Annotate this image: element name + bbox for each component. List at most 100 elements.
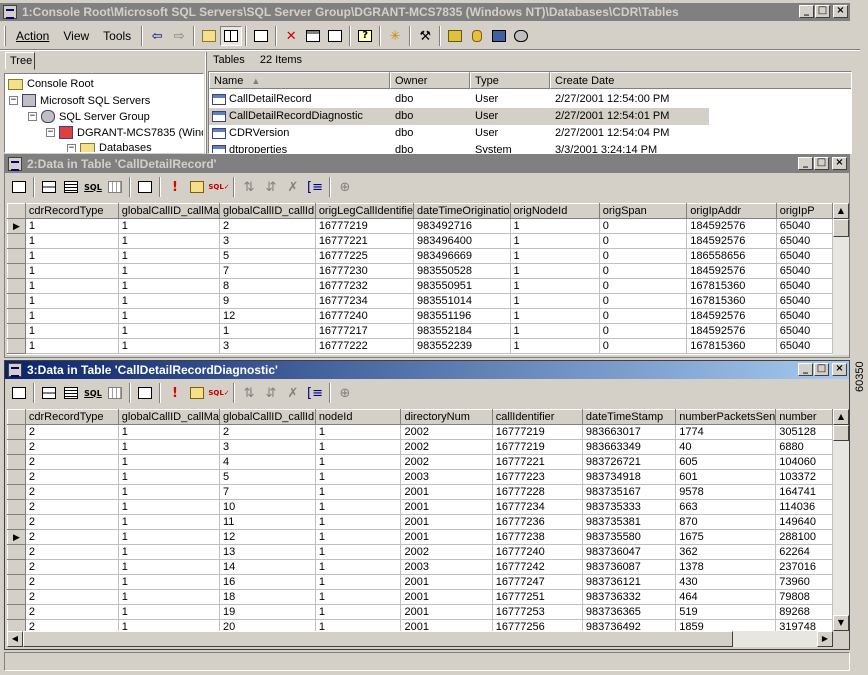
run-icon[interactable]: ! [164,177,186,197]
close-button[interactable]: × [832,363,847,376]
grid-cell[interactable]: 2 [25,439,119,455]
table-row[interactable]: 2 1 2 1 2002 16777219 983663017 1774 305128 [7,424,833,440]
grid-cell[interactable]: 12 [219,308,316,324]
grid-col-header[interactable]: globalCallID_callId [218,203,316,219]
grid-cell[interactable]: 1 [25,308,119,324]
scroll-down-icon[interactable]: ▼ [833,615,849,631]
grid-cell[interactable]: 1 [315,529,402,545]
grid-cell[interactable]: 2001 [400,499,493,515]
grid-cell[interactable]: 0 [599,248,688,264]
col-header-create-date[interactable]: Create Date [550,72,851,89]
minimize-button[interactable]: _ [798,157,813,170]
grid-cell[interactable]: 983496400 [413,233,511,249]
table-row[interactable]: 2 1 13 1 2002 16777240 983736047 362 62264 [7,544,833,560]
restore-button[interactable]: □ [815,5,830,18]
grid-cell[interactable]: 1 [510,218,600,234]
grid-cell[interactable]: 2 [25,514,119,530]
grid-cell[interactable]: 2 [25,424,119,440]
grid-cell[interactable]: 1 [118,469,220,485]
verify-sql-icon[interactable] [186,177,208,197]
grid-cell[interactable]: 983663017 [582,424,677,440]
scroll-right-icon[interactable]: ▶ [817,631,833,647]
row-selector[interactable] [7,248,26,264]
grid-cell[interactable]: 1 [510,323,600,339]
grid-cell[interactable]: 104060 [775,454,833,470]
grid-cell[interactable]: 164741 [775,484,833,500]
table-row[interactable]: 2 1 3 1 2002 16777219 983663349 40 6880 [7,439,833,455]
grid-cell[interactable]: 2 [25,484,119,500]
grid-cell[interactable]: 16777230 [315,263,414,279]
grid-cell[interactable]: 2001 [400,529,493,545]
table-row[interactable]: 2 1 11 1 2001 16777236 983735381 870 149640 [7,514,833,530]
row-selector[interactable] [7,293,26,309]
grid-cell[interactable]: 65040 [776,248,833,264]
grid-cell[interactable]: 16777225 [315,248,414,264]
grid-cell[interactable]: 2 [25,544,119,560]
grid-cell[interactable]: 983735167 [582,484,677,500]
grid-cell[interactable]: 2002 [400,424,493,440]
col-header-name[interactable]: Name ▲ [209,72,390,89]
grid-cell[interactable]: 1 [315,574,402,590]
table-row[interactable]: 2 1 20 1 2001 16777256 983736492 1859 319748 [7,619,833,631]
grid-cell[interactable]: 1859 [675,619,777,631]
window3-horizontal-scrollbar[interactable]: ◀ ▶ [7,631,833,647]
grid-cell[interactable]: 65040 [776,218,833,234]
row-selector[interactable] [7,439,26,455]
row-selector[interactable] [7,278,26,294]
grid-cell[interactable]: 65040 [776,263,833,279]
grid-cell[interactable]: 2 [219,424,316,440]
up-folder-icon[interactable] [198,26,220,46]
grid-col-header[interactable]: origIpP [775,203,833,219]
grid-cell[interactable]: 1 [118,619,220,631]
grid-cell[interactable]: 2 [25,529,119,545]
row-selector[interactable] [7,589,26,605]
tree-item-sql-servers[interactable]: − Microsoft SQL Servers [9,94,150,107]
grid-cell[interactable]: 983492716 [413,218,511,234]
grid-cell[interactable]: 184592576 [686,233,777,249]
grid-cell[interactable]: 114036 [775,499,833,515]
grid-cell[interactable]: 89268 [775,604,833,620]
grid-cell[interactable]: 983735580 [582,529,677,545]
scroll-thumb[interactable] [833,219,849,237]
grid-cell[interactable]: 184592576 [686,263,777,279]
grid-cell[interactable]: 9578 [675,484,777,500]
collapse-icon[interactable]: − [9,96,18,105]
grid-cell[interactable]: 103372 [775,469,833,485]
grid-cell[interactable]: 983736087 [582,559,677,575]
grid-cell[interactable]: 1 [118,499,220,515]
grid-cell[interactable]: 2002 [400,454,493,470]
group-by-icon[interactable]: [≡ [304,383,326,403]
grid-cell[interactable]: 3 [219,233,316,249]
grid-cell[interactable]: 184592576 [686,218,777,234]
remove-filter-icon[interactable]: ✗ [282,177,304,197]
scroll-up-icon[interactable]: ▲ [833,203,849,219]
grid-cell[interactable]: 16777223 [492,469,583,485]
grid-cell[interactable]: 1 [315,454,402,470]
grid-cell[interactable]: 1 [510,233,600,249]
query-analyzer-icon[interactable] [444,26,466,46]
grid-cell[interactable]: 16777219 [492,439,583,455]
collapse-icon[interactable]: − [46,128,55,137]
grid-cell[interactable]: 0 [599,338,688,354]
group-by-icon[interactable]: [≡ [304,177,326,197]
grid-cell[interactable]: 65040 [776,233,833,249]
grid-cell[interactable]: 362 [675,544,777,560]
row-selector[interactable] [7,514,26,530]
grid-cell[interactable]: 13 [219,544,316,560]
grid-cell[interactable]: 2003 [400,469,493,485]
grid-cell[interactable]: 16777240 [315,308,414,324]
register-server-icon[interactable]: ✳ [384,26,406,46]
row-selector[interactable] [7,263,26,279]
copy-icon[interactable] [250,26,272,46]
grid-cell[interactable]: 16777217 [315,323,414,339]
grid-cell[interactable]: 65040 [776,293,833,309]
row-selector[interactable] [7,499,26,515]
grid-cell[interactable]: 10 [219,499,316,515]
grid-cell[interactable]: 1 [118,293,220,309]
grid-cell[interactable]: 1 [315,604,402,620]
grid-cell[interactable]: 20 [219,619,316,631]
grid-col-header[interactable]: origNodeId [509,203,600,219]
grid-cell[interactable]: 9 [219,293,316,309]
grid-cell[interactable]: 16777228 [492,484,583,500]
grid-cell[interactable]: 663 [675,499,777,515]
